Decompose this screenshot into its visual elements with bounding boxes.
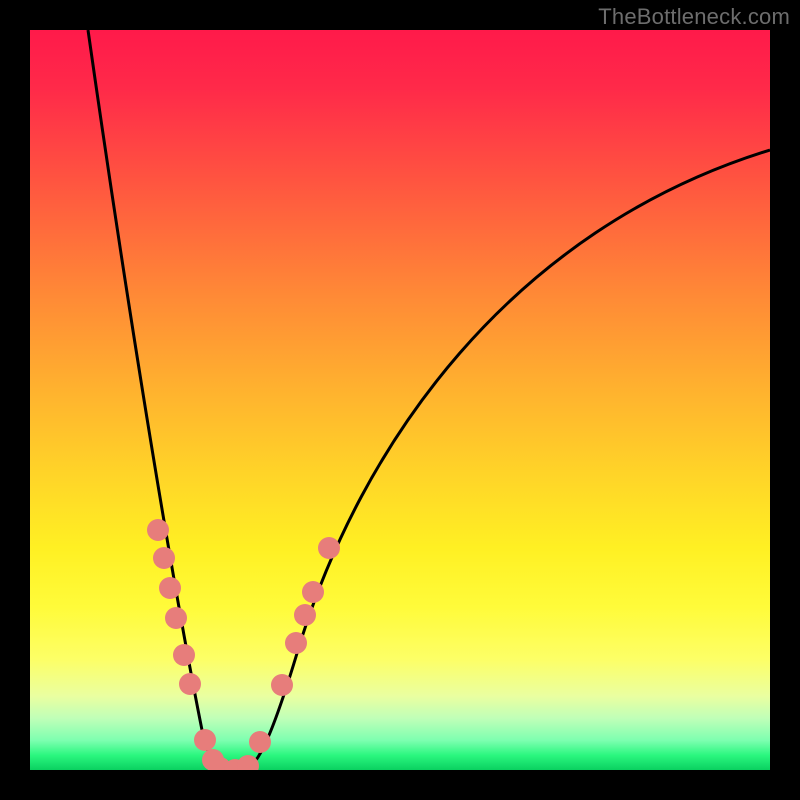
curve-left xyxy=(88,30,224,770)
data-marker xyxy=(302,581,324,603)
data-marker xyxy=(194,729,216,751)
data-marker xyxy=(285,632,307,654)
data-marker xyxy=(165,607,187,629)
chart-plot-area xyxy=(30,30,770,770)
curve-right xyxy=(244,150,770,770)
data-marker xyxy=(249,731,271,753)
data-marker xyxy=(173,644,195,666)
data-marker xyxy=(237,755,259,770)
data-marker xyxy=(153,547,175,569)
watermark-text: TheBottleneck.com xyxy=(598,4,790,30)
data-markers xyxy=(147,519,340,770)
data-marker xyxy=(159,577,181,599)
data-marker xyxy=(179,673,201,695)
data-marker xyxy=(147,519,169,541)
data-marker xyxy=(318,537,340,559)
chart-svg xyxy=(30,30,770,770)
data-marker xyxy=(294,604,316,626)
data-marker xyxy=(271,674,293,696)
